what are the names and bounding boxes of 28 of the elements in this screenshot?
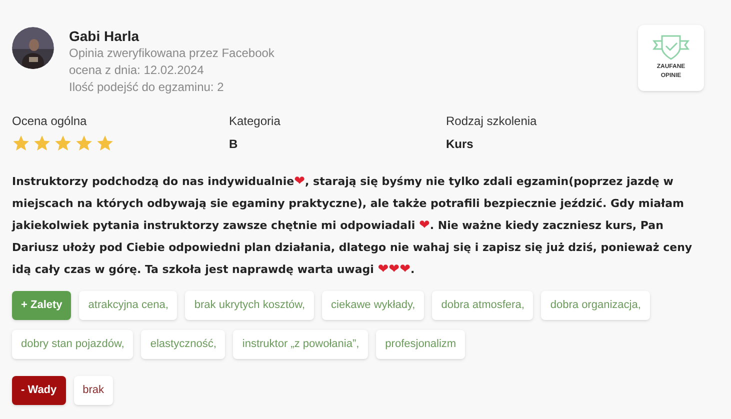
reviewer-name: Gabi Harla xyxy=(69,27,140,45)
tag: ciekawe wykłady, xyxy=(322,291,424,320)
shield-check-icon xyxy=(651,33,691,61)
star-icon xyxy=(75,134,93,152)
tag: dobra atmosfera, xyxy=(432,291,534,320)
rating-value: Kurs xyxy=(446,136,474,153)
star-icon xyxy=(54,134,72,152)
reviewer-detail: Opinia zweryfikowana przez Facebook xyxy=(69,45,274,62)
tag: brak ukrytych kosztów, xyxy=(185,291,314,320)
rating-label: Kategoria xyxy=(229,113,282,129)
section-label: - Wady xyxy=(12,376,66,405)
section-label: + Zalety xyxy=(12,291,72,320)
star-icon xyxy=(33,134,51,152)
rating-value: B xyxy=(229,136,239,153)
tag: dobra organizacja, xyxy=(541,291,650,320)
review-text: Instruktorzy podchodzą do nas indywidualnie❤, starają się byśmy nie tylko zdali egzamin(poprzez jazdę w miejscach na których odbywają sie egaminy praktyczne), ale także potrafili bezpiecznie jeździć. Gdy miałam jakiekolwiek pytania instruktorzy zawsze chętnie mi odpowiadali ❤. Nie ważne kiedy zaczniesz kurs, Pan Dariusz ułoży pod Ciebie odpowiedni plan działania, dlatego nie wahaj się i zapisz się już dziś, ponieważ ceny idą cały czas w górę. Ta szkoła jest naprawdę warta uwagi ❤❤❤. xyxy=(12,173,694,279)
tag: dobry stan pojazdów, xyxy=(12,330,134,359)
rating-label: Ocena ogólna xyxy=(12,113,88,129)
reviewer-detail: ocena z dnia: 12.02.2024 xyxy=(69,62,205,79)
tag: atrakcyjna cena, xyxy=(79,291,178,320)
reviewer-detail: Ilość podejść do egzaminu: 2 xyxy=(69,79,225,96)
star-icon xyxy=(96,134,114,152)
tag: elastyczność, xyxy=(141,330,226,359)
tag: instruktor „z powołania”, xyxy=(233,330,368,359)
star-icon xyxy=(12,134,30,152)
tag: brak xyxy=(74,376,114,405)
rating-label: Rodzaj szkolenia xyxy=(446,113,538,129)
tag: profesjonalizm xyxy=(376,330,466,359)
